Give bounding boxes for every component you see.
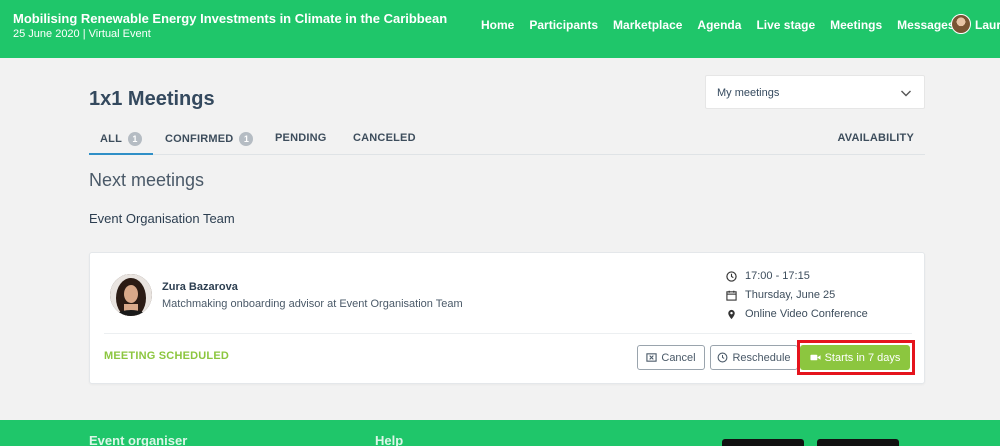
meetings-filter-value: My meetings [717,87,780,99]
tab-confirmed-count-badge: 1 [239,132,254,146]
calendar-icon [726,290,737,301]
event-title[interactable]: Mobilising Renewable Energy Investments … [13,11,447,26]
clock-icon [726,270,737,282]
google-play-badge[interactable] [817,439,899,446]
meeting-location: Online Video Conference [745,308,868,320]
cancel-button-label: Cancel [661,351,696,364]
group-title: Event Organisation Team [89,211,235,226]
tab-availability[interactable]: AVAILABILITY [837,132,914,144]
reschedule-button[interactable]: Reschedule [710,345,798,370]
nav-meetings[interactable]: Meetings [830,18,882,32]
tab-all-count-badge: 1 [127,132,142,146]
person-photo-icon [110,274,152,316]
meeting-status: MEETING SCHEDULED [104,350,230,362]
nav-live-stage[interactable]: Live stage [756,18,815,32]
tab-confirmed[interactable]: CONFIRMED 1 [165,132,254,146]
meeting-tabs: ALL 1 CONFIRMED 1 PENDING CANCELED AVAIL… [89,125,925,155]
top-bar: Mobilising Renewable Energy Investments … [0,0,1000,58]
tab-canceled-label: CANCELED [353,132,416,144]
app-store-badge[interactable] [722,439,804,446]
location-pin-icon [728,309,735,319]
reschedule-button-label: Reschedule [732,351,791,364]
nav-agenda[interactable]: Agenda [697,18,741,32]
meeting-time: 17:00 - 17:15 [745,270,810,282]
user-name[interactable]: Laure [975,18,1000,32]
cancel-x-box-icon [646,353,658,362]
tab-confirmed-label: CONFIRMED [165,133,234,145]
user-avatar[interactable] [951,14,971,34]
page-title: 1x1 Meetings [89,88,215,110]
highlight-frame [797,340,915,375]
main-nav: Home Participants Marketplace Agenda Liv… [481,18,955,32]
tab-pending-label: PENDING [275,132,327,144]
tab-all[interactable]: ALL 1 [100,132,142,146]
meetings-filter-select[interactable]: My meetings [705,75,925,109]
event-subtitle: 25 June 2020 | Virtual Event [13,28,151,40]
card-divider [104,333,912,334]
footer: Event organiser Help [0,420,1000,446]
person-role: Matchmaking onboarding advisor at Event … [162,298,463,310]
nav-home[interactable]: Home [481,18,514,32]
section-title: Next meetings [89,170,205,190]
chevron-down-icon [901,90,911,97]
nav-marketplace[interactable]: Marketplace [613,18,682,32]
footer-event-organiser: Event organiser [89,433,188,446]
nav-participants[interactable]: Participants [529,18,598,32]
meeting-time-row: 17:00 - 17:15 [726,270,810,282]
person-avatar [110,274,152,316]
active-tab-indicator [89,153,153,155]
cancel-button[interactable]: Cancel [637,345,705,370]
meeting-location-row: Online Video Conference [726,308,868,320]
person-name[interactable]: Zura Bazarova [162,281,238,293]
tab-canceled[interactable]: CANCELED [353,132,416,144]
tab-all-label: ALL [100,133,122,145]
meeting-date: Thursday, June 25 [745,289,836,301]
footer-help: Help [375,433,404,446]
meeting-date-row: Thursday, June 25 [726,289,835,301]
nav-messages[interactable]: Messages [897,18,954,32]
tab-pending[interactable]: PENDING [275,132,327,144]
clock-icon [718,352,728,363]
